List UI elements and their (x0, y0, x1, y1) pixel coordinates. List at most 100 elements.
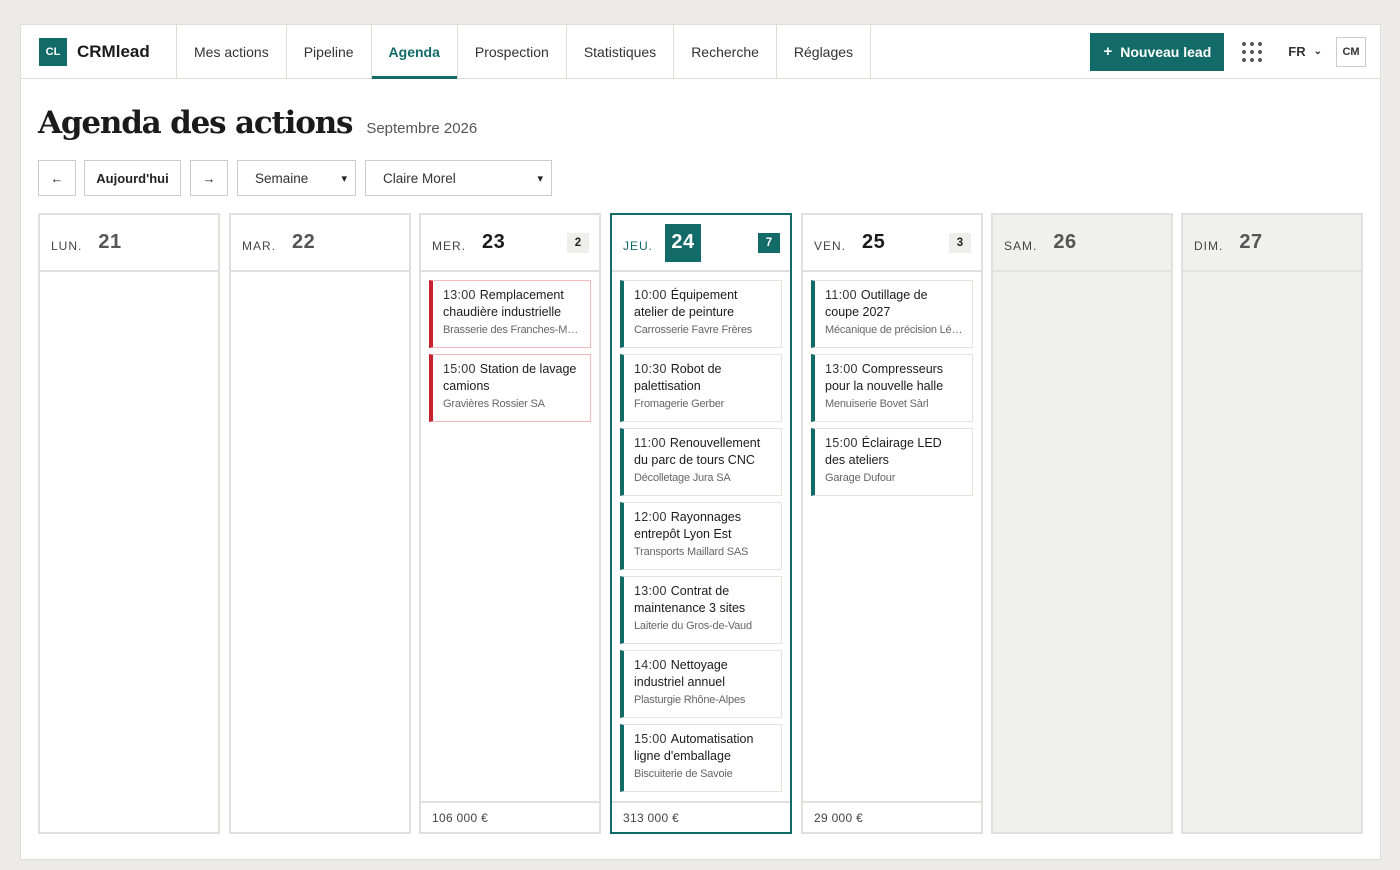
action-title: 14:00 Nettoyage industriel annuel (634, 657, 773, 691)
today-button[interactable]: Aujourd'hui (84, 160, 181, 196)
day-name: JEU. (623, 238, 654, 253)
tab-reglages[interactable]: Réglages (777, 25, 872, 78)
day-name: VEN. (814, 238, 847, 253)
chevron-down-icon: ⌄ (1313, 46, 1322, 57)
new-lead-button[interactable]: + Nouveau lead (1090, 32, 1225, 71)
top-navigation: CL CRMlead Mes actions Pipeline Agenda P… (21, 25, 1380, 79)
action-title: 11:00 Renouvellement du parc de tours CNC (634, 435, 773, 469)
action-company: Plasturgie Rhône-Alpes (634, 694, 746, 706)
action-card[interactable]: 15:00 Station de lavage camions Gravières … (429, 354, 591, 422)
action-card[interactable]: 10:00 Équipement atelier de peinture Carro… (620, 280, 782, 348)
action-count-badge: 2 (567, 233, 589, 253)
day-number: 23 (482, 231, 506, 253)
language-selector[interactable]: FR ⌄ (1288, 44, 1322, 59)
action-card[interactable]: 11:00 Outillage de coupe 2027 Mécanique de… (811, 280, 973, 348)
brand-logo: CL (39, 37, 67, 66)
day-name: LUN. (51, 238, 83, 253)
day-total: 106 000 € (421, 801, 599, 832)
day-header: MAR. 22 (231, 215, 409, 272)
day-header: SAM. 26 (993, 215, 1171, 272)
action-company: Menuiserie Bovet Sàrl (825, 398, 929, 410)
action-time: 11:00 (825, 288, 857, 302)
day-total: 29 000 € (803, 801, 981, 832)
action-title: 13:00 Compresseurs pour la nouvelle halle (825, 361, 964, 395)
chevron-down-icon: ▾ (537, 172, 543, 185)
language-label: FR (1288, 44, 1306, 59)
day-actions (231, 272, 409, 280)
day-column: MER. 23 2 13:00 Remplacement chaudière indus… (419, 213, 601, 834)
day-name: MAR. (242, 238, 276, 253)
action-card[interactable]: 15:00 Éclairage LED des ateliers Garage Du… (811, 428, 973, 496)
brand[interactable]: CL CRMlead (21, 25, 177, 78)
action-card[interactable]: 15:00 Automatisation ligne d'emballage Bis… (620, 724, 782, 792)
day-actions (1183, 272, 1361, 280)
tab-pipeline[interactable]: Pipeline (287, 25, 372, 78)
action-time: 13:00 (443, 288, 476, 302)
action-card[interactable]: 13:00 Contrat de maintenance 3 sites Laite… (620, 576, 782, 644)
action-title: 13:00 Contrat de maintenance 3 sites (634, 583, 773, 617)
day-total: 313 000 € (612, 801, 790, 832)
day-actions (40, 272, 218, 280)
day-column: MAR. 22 (229, 213, 411, 834)
action-title: 10:00 Équipement atelier de peinture (634, 287, 773, 321)
action-title: 15:00 Station de lavage camions (443, 361, 582, 395)
day-column: JEU. 24 7 10:00 Équipement atelier de peintu… (610, 213, 792, 834)
tab-agenda[interactable]: Agenda (371, 25, 458, 79)
action-title: 15:00 Automatisation ligne d'emballage (634, 731, 773, 765)
day-header: MER. 23 2 (421, 215, 599, 272)
action-time: 15:00 (825, 436, 858, 450)
tab-recherche[interactable]: Recherche (674, 25, 777, 78)
action-title: 12:00 Rayonnages entrepôt Lyon Est (634, 509, 773, 543)
grid-dots-icon[interactable] (1242, 41, 1263, 62)
action-company: Brasserie des Franches-Montagnes (443, 324, 582, 336)
page-title: Agenda des actions (38, 105, 354, 141)
user-select[interactable]: Claire Morel ▾ (365, 160, 552, 196)
next-week-button[interactable]: → (190, 160, 228, 196)
user-select-value: Claire Morel (383, 170, 456, 186)
action-card[interactable]: 10:30 Robot de palettisation Fromagerie Ge… (620, 354, 782, 422)
tab-statistiques[interactable]: Statistiques (567, 25, 675, 78)
action-title: 10:30 Robot de palettisation (634, 361, 773, 395)
day-header: JEU. 24 7 (612, 215, 790, 272)
day-number: 21 (98, 231, 122, 253)
app-frame: CL CRMlead Mes actions Pipeline Agenda P… (20, 24, 1381, 860)
brand-name: CRMlead (77, 41, 150, 61)
action-title: 15:00 Éclairage LED des ateliers (825, 435, 964, 469)
chevron-down-icon: ▾ (341, 172, 347, 185)
action-time: 13:00 (825, 362, 858, 376)
action-time: 11:00 (634, 436, 666, 450)
action-time: 12:00 (634, 510, 667, 524)
action-count-badge: 3 (949, 233, 971, 253)
tab-prospection[interactable]: Prospection (458, 25, 567, 78)
action-title: 13:00 Remplacement chaudière industrielle (443, 287, 582, 321)
action-card[interactable]: 14:00 Nettoyage industriel annuel Plasturg… (620, 650, 782, 718)
day-actions: 13:00 Remplacement chaudière industrielle… (421, 272, 599, 422)
tab-mes-actions[interactable]: Mes actions (177, 25, 287, 78)
action-card[interactable]: 13:00 Remplacement chaudière industrielle… (429, 280, 591, 348)
action-company: Fromagerie Gerber (634, 398, 725, 410)
day-number: 22 (292, 231, 316, 253)
action-company: Garage Dufour (825, 472, 896, 484)
avatar[interactable]: CM (1336, 36, 1366, 67)
new-lead-label: Nouveau lead (1120, 43, 1212, 60)
action-card[interactable]: 12:00 Rayonnages entrepôt Lyon Est Transpo… (620, 502, 782, 570)
action-time: 15:00 (443, 362, 476, 376)
day-number: 26 (1053, 231, 1077, 253)
day-header: VEN. 25 3 (803, 215, 981, 272)
action-company: Décolletage Jura SA (634, 472, 731, 484)
prev-week-button[interactable]: ← (38, 160, 76, 196)
day-column: LUN. 21 (38, 213, 220, 834)
day-actions: 11:00 Outillage de coupe 2027 Mécanique de… (803, 272, 981, 496)
view-select[interactable]: Semaine ▾ (237, 160, 356, 196)
action-card[interactable]: 13:00 Compresseurs pour la nouvelle halle… (811, 354, 973, 422)
day-actions: 10:00 Équipement atelier de peinture Carro… (612, 272, 790, 792)
action-time: 10:30 (634, 362, 667, 376)
day-column: DIM. 27 (1181, 213, 1363, 834)
day-number: 24 (665, 223, 702, 262)
action-company: Transports Maillard SAS (634, 546, 749, 558)
action-time: 15:00 (634, 732, 667, 746)
day-actions (993, 272, 1171, 280)
nav-actions: + Nouveau lead FR ⌄ CM (1090, 25, 1380, 78)
action-card[interactable]: 11:00 Renouvellement du parc de tours CNC… (620, 428, 782, 496)
action-time: 13:00 (634, 584, 667, 598)
